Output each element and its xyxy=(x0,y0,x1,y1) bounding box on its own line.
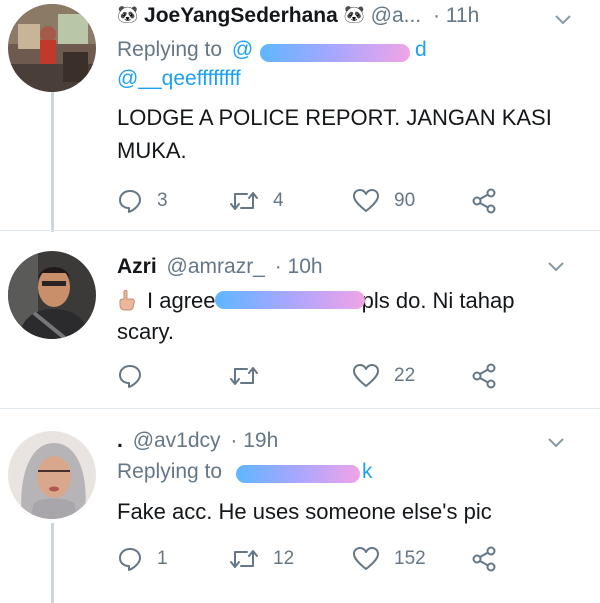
replying-to-line: Replying to xyxy=(117,460,222,484)
retweet-button[interactable]: 4 xyxy=(229,181,284,221)
replying-to-label: Replying to xyxy=(117,460,223,483)
retweet-button[interactable] xyxy=(229,356,273,396)
tweet-2[interactable]: Azri @amrazr_ · 10h I agree pls do. Ni t… xyxy=(0,231,600,407)
tweet-header: . @av1dcy · 19h xyxy=(117,429,278,453)
retweet-count: 12 xyxy=(273,548,295,569)
reply-button[interactable]: 3 xyxy=(117,181,168,221)
tweet-3[interactable]: . @av1dcy · 19h Replying to k Fake acc. … xyxy=(0,409,600,603)
like-count: 152 xyxy=(394,548,426,569)
panda-face-icon: 🐼 xyxy=(117,5,139,24)
user-handle[interactable]: @av1dcy xyxy=(133,429,221,452)
share-button[interactable] xyxy=(471,356,497,396)
like-button[interactable]: 152 xyxy=(352,539,426,579)
tweet-1[interactable]: 🐼 JoeYangSederhana 🐼 @a... · 11h Replyin… xyxy=(0,0,600,232)
display-name[interactable]: Azri xyxy=(117,255,157,278)
mention-link-tail[interactable]: d xyxy=(415,38,427,62)
timestamp[interactable]: · 11h xyxy=(433,4,479,27)
panda-face-icon: 🐼 xyxy=(343,5,365,24)
like-count: 90 xyxy=(394,190,416,211)
chevron-down-icon[interactable] xyxy=(552,8,574,30)
redaction-bar xyxy=(236,465,360,483)
share-icon xyxy=(472,546,496,572)
thread-line xyxy=(51,92,54,232)
mention-link[interactable]: @__qeeffffffff xyxy=(117,67,241,91)
tweet-text: LODGE A POLICE REPORT. JANGAN KASI MUKA. xyxy=(117,105,552,163)
retweet-button[interactable]: 12 xyxy=(229,539,294,579)
avatar[interactable] xyxy=(8,431,96,519)
reply-count: 3 xyxy=(157,190,168,211)
action-bar: 3 4 90 xyxy=(117,181,587,221)
reply-button[interactable] xyxy=(117,356,157,396)
retweet-icon xyxy=(230,367,258,385)
like-button[interactable]: 22 xyxy=(352,356,415,396)
like-count: 22 xyxy=(394,365,416,386)
display-name[interactable]: JoeYangSederhana xyxy=(144,4,338,27)
replying-to-line: Replying to @ xyxy=(117,38,253,62)
action-bar: 22 xyxy=(117,356,587,396)
chevron-down-icon[interactable] xyxy=(545,255,567,277)
heart-icon xyxy=(353,547,379,570)
avatar[interactable] xyxy=(8,4,96,92)
heart-icon xyxy=(353,189,379,212)
share-button[interactable] xyxy=(471,539,497,579)
timestamp[interactable]: · 10h xyxy=(275,255,323,278)
display-name[interactable]: . xyxy=(117,429,123,452)
thread-line xyxy=(51,523,54,603)
reply-count: 1 xyxy=(157,548,168,569)
share-button[interactable] xyxy=(471,181,497,221)
like-button[interactable]: 90 xyxy=(352,181,415,221)
share-icon xyxy=(472,363,496,389)
tweet-header: 🐼 JoeYangSederhana 🐼 @a... · 11h xyxy=(117,4,479,28)
tweet-header: Azri @amrazr_ · 10h xyxy=(117,255,323,279)
retweet-count: 4 xyxy=(273,190,284,211)
retweet-icon xyxy=(230,192,258,210)
avatar[interactable] xyxy=(8,251,96,339)
reply-icon xyxy=(119,548,141,571)
redaction-bar xyxy=(215,291,365,309)
pointing-up-hand-icon xyxy=(117,288,137,311)
user-handle[interactable]: @a... xyxy=(371,4,422,27)
redaction-bar xyxy=(260,44,410,62)
reply-button[interactable]: 1 xyxy=(117,539,168,579)
action-bar: 1 12 152 xyxy=(117,539,587,579)
timestamp[interactable]: · 19h xyxy=(230,429,278,452)
tweet-text: Fake acc. He uses someone else's pic xyxy=(117,499,492,524)
share-icon xyxy=(472,188,496,214)
heart-icon xyxy=(353,364,379,387)
tweet-text-start: I agree xyxy=(147,288,216,313)
retweet-icon xyxy=(230,550,258,568)
reply-icon xyxy=(119,365,141,388)
reply-icon xyxy=(119,190,141,213)
mention-link-tail[interactable]: k xyxy=(362,460,373,484)
user-handle[interactable]: @amrazr_ xyxy=(167,255,265,278)
replying-to-label: Replying to xyxy=(117,38,223,61)
mention-link[interactable]: @ xyxy=(232,38,253,61)
chevron-down-icon[interactable] xyxy=(545,431,567,453)
